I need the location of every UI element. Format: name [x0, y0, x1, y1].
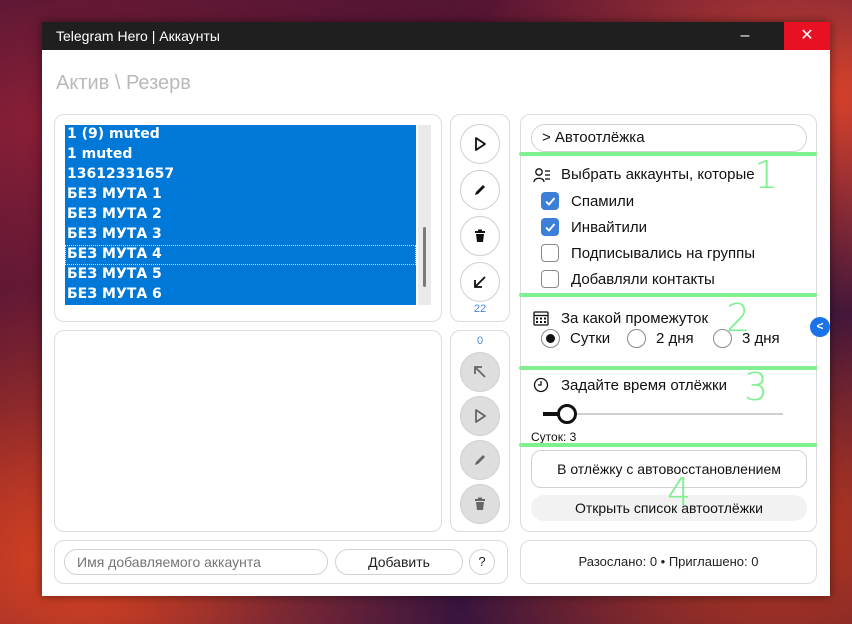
- annotation-line-4: [519, 443, 817, 447]
- arrow-up-left-icon: [474, 366, 486, 378]
- active-tools-panel: 22: [450, 114, 510, 322]
- title-bar[interactable]: Telegram Hero | Аккаунты – ✕: [42, 22, 830, 50]
- accounts-scrollbar[interactable]: [418, 125, 431, 305]
- period-label-text: 2 дня: [656, 329, 694, 347]
- reserve-start-button[interactable]: [460, 396, 500, 436]
- clock-icon: [533, 377, 549, 393]
- trash-icon: [475, 497, 485, 510]
- days-value: Суток: 3: [531, 430, 577, 444]
- period-label-text: Сутки: [570, 329, 611, 347]
- checkbox-checked[interactable]: [541, 218, 559, 236]
- option-label: Добавляли контакты: [571, 270, 715, 288]
- checkbox-unchecked[interactable]: [541, 244, 559, 262]
- option-checkbox-row[interactable]: Инвайтили: [541, 217, 647, 237]
- autorest-panel: > Автоотлёжка Выбрать аккаунты, которые …: [519, 114, 817, 532]
- days-slider-thumb[interactable]: [557, 404, 577, 424]
- accounts-list[interactable]: 1 (9) muted 1 muted 13612331657 БЕЗ МУТА 1Б…: [65, 125, 416, 305]
- delete-button[interactable]: [460, 216, 500, 256]
- radio-selected[interactable]: [541, 328, 560, 348]
- account-name-input[interactable]: [64, 549, 328, 575]
- reserve-accounts-list[interactable]: [54, 330, 442, 532]
- annotation-line-2: [519, 293, 817, 297]
- days-slider-track[interactable]: [543, 413, 783, 415]
- pencil-icon: [475, 185, 485, 195]
- arrow-down-left-icon: [474, 276, 486, 288]
- calendar-icon: [533, 311, 549, 326]
- window-title: Telegram Hero | Аккаунты: [56, 28, 220, 44]
- period-label-text: 3 дня: [742, 329, 780, 347]
- stats-panel: Разослано: 0 • Приглашено: 0: [520, 540, 817, 584]
- trash-icon: [475, 229, 485, 242]
- period-label: За какой промежуток: [561, 310, 709, 327]
- reserve-edit-button[interactable]: [460, 440, 500, 480]
- annotation-line-3: [519, 366, 817, 370]
- play-icon: [475, 137, 486, 151]
- account-list-item[interactable]: БЕЗ МУТА 2: [65, 205, 416, 225]
- annotation-number-4: 4: [667, 470, 692, 514]
- time-label: Задайте время отлёжки: [561, 377, 727, 394]
- checkmark-icon: [545, 223, 556, 232]
- option-checkbox-row[interactable]: Подписывались на группы: [541, 243, 755, 263]
- period-radio[interactable]: 3 дня: [713, 327, 780, 349]
- radio-unselected[interactable]: [713, 328, 732, 348]
- add-account-panel: Добавить ?: [54, 540, 508, 584]
- active-accounts-panel: 1 (9) muted 1 muted 13612331657 БЕЗ МУТА 1Б…: [54, 114, 442, 322]
- period-radio[interactable]: Сутки: [541, 327, 610, 349]
- stats-text: Разослано: 0 • Приглашено: 0: [578, 554, 759, 569]
- option-checkbox-row[interactable]: Спамили: [541, 191, 634, 211]
- period-radio[interactable]: 2 дня: [627, 327, 694, 349]
- option-label: Спамили: [571, 192, 635, 210]
- play-icon: [475, 409, 486, 423]
- account-list-item[interactable]: БЕЗ МУТА 6: [65, 285, 416, 305]
- account-list-item[interactable]: 1 (9) muted: [65, 125, 416, 145]
- start-button[interactable]: [460, 124, 500, 164]
- reserve-delete-button[interactable]: [460, 484, 500, 524]
- account-list-item[interactable]: 1 muted: [65, 145, 416, 165]
- radio-unselected[interactable]: [627, 328, 646, 348]
- checkbox-checked[interactable]: [541, 192, 559, 210]
- select-accounts-label: Выбрать аккаунты, которые: [561, 166, 755, 183]
- minimize-button[interactable]: –: [722, 22, 768, 50]
- breadcrumb: Актив \ Резерв: [56, 72, 191, 94]
- account-list-item[interactable]: БЕЗ МУТА 3: [65, 225, 416, 245]
- help-button[interactable]: ?: [469, 549, 495, 575]
- close-button[interactable]: ✕: [784, 22, 830, 50]
- option-checkbox-row[interactable]: Добавляли контакты: [541, 269, 715, 289]
- pencil-icon: [475, 455, 485, 465]
- account-list-item[interactable]: БЕЗ МУТА 5: [65, 265, 416, 285]
- active-count: 22: [473, 303, 487, 315]
- checkmark-icon: [545, 197, 556, 206]
- add-button[interactable]: Добавить: [335, 549, 463, 575]
- autorest-header[interactable]: > Автоотлёжка: [531, 124, 807, 152]
- annotation-number-3: 3: [744, 365, 769, 409]
- account-list-item[interactable]: 13612331657: [65, 165, 416, 185]
- scrollbar-thumb[interactable]: [423, 227, 426, 287]
- users-list-icon: [533, 168, 550, 183]
- move-to-reserve-button[interactable]: [460, 262, 500, 302]
- app-window: Telegram Hero | Аккаунты – ✕ Актив \ Рез…: [42, 22, 830, 596]
- reserve-count: 0: [476, 335, 484, 347]
- account-list-item[interactable]: БЕЗ МУТА 1: [65, 185, 416, 205]
- edit-button[interactable]: [460, 170, 500, 210]
- account-list-item[interactable]: БЕЗ МУТА 4: [65, 245, 416, 265]
- checkbox-unchecked[interactable]: [541, 270, 559, 288]
- collapse-panel-button[interactable]: <: [810, 317, 830, 337]
- option-label: Подписывались на группы: [571, 244, 756, 262]
- option-label: Инвайтили: [571, 218, 647, 236]
- move-to-active-button[interactable]: [460, 352, 500, 392]
- annotation-number-1: 1: [754, 153, 779, 197]
- reserve-tools-panel: 0: [450, 330, 510, 532]
